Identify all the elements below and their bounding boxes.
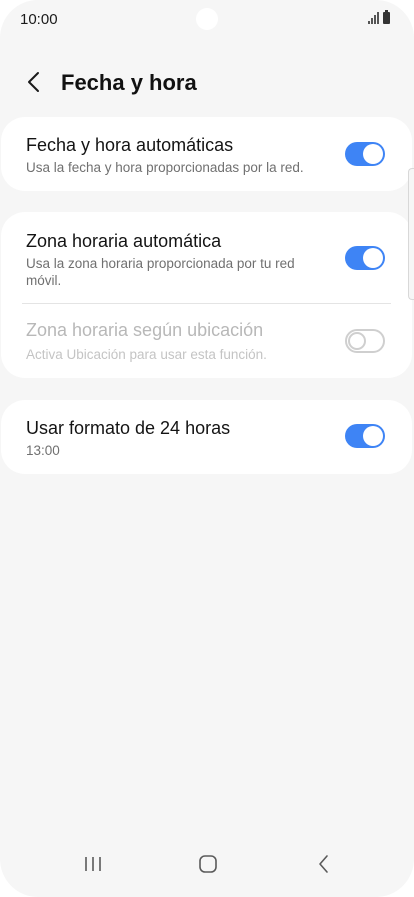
header: Fecha y hora	[0, 60, 414, 106]
nav-back-button[interactable]	[304, 847, 344, 881]
24h-format-toggle[interactable]	[345, 424, 385, 448]
battery-icon	[383, 10, 390, 24]
card-24h-format: Usar formato de 24 horas 13:00	[1, 400, 412, 474]
setting-subtitle: 13:00	[26, 443, 60, 458]
setting-title: Usar formato de 24 horas	[26, 418, 231, 438]
setting-location-timezone[interactable]: Zona horaria según ubicación Activa Ubic…	[1, 304, 412, 378]
setting-subtitle: Usa la zona horaria proporcionada por tu…	[26, 256, 295, 288]
status-bar: 10:00	[0, 0, 414, 40]
setting-auto-timezone[interactable]: Zona horaria automática Usa la zona hora…	[1, 212, 412, 304]
back-icon	[319, 855, 328, 873]
toggle-knob	[363, 248, 383, 268]
setting-title: Fecha y hora automáticas	[26, 135, 234, 155]
card-timezone: Zona horaria automática Usa la zona hora…	[1, 212, 412, 378]
home-button[interactable]	[188, 847, 228, 881]
setting-title: Zona horaria según ubicación	[26, 320, 264, 340]
scrollbar[interactable]	[408, 168, 414, 300]
location-timezone-toggle[interactable]	[345, 329, 385, 353]
toggle-knob	[363, 144, 383, 164]
nav-bar	[0, 841, 414, 897]
setting-24h-format[interactable]: Usar formato de 24 horas 13:00	[1, 400, 412, 474]
camera-cutout	[196, 8, 218, 30]
recents-icon	[85, 857, 101, 871]
auto-datetime-toggle[interactable]	[345, 142, 385, 166]
setting-title: Zona horaria automática	[26, 231, 222, 251]
card-auto-datetime: Fecha y hora automáticas Usa la fecha y …	[1, 117, 412, 191]
page-title: Fecha y hora	[61, 70, 197, 95]
status-icons	[368, 10, 390, 24]
setting-auto-datetime[interactable]: Fecha y hora automáticas Usa la fecha y …	[1, 117, 412, 191]
toggle-knob	[363, 426, 383, 446]
signal-icon	[368, 12, 379, 24]
setting-subtitle: Usa la fecha y hora proporcionadas por l…	[26, 160, 304, 175]
status-time: 10:00	[20, 11, 58, 28]
phone-screen: 10:00 Fecha y hora Fecha y hora automáti…	[0, 0, 414, 897]
setting-subtitle: Activa Ubicación para usar esta función.	[26, 347, 267, 362]
back-button[interactable]	[20, 68, 48, 96]
auto-timezone-toggle[interactable]	[345, 246, 385, 270]
chevron-left-icon	[28, 72, 39, 92]
recents-button[interactable]	[73, 847, 113, 881]
toggle-knob	[348, 332, 366, 350]
home-icon	[199, 855, 217, 873]
